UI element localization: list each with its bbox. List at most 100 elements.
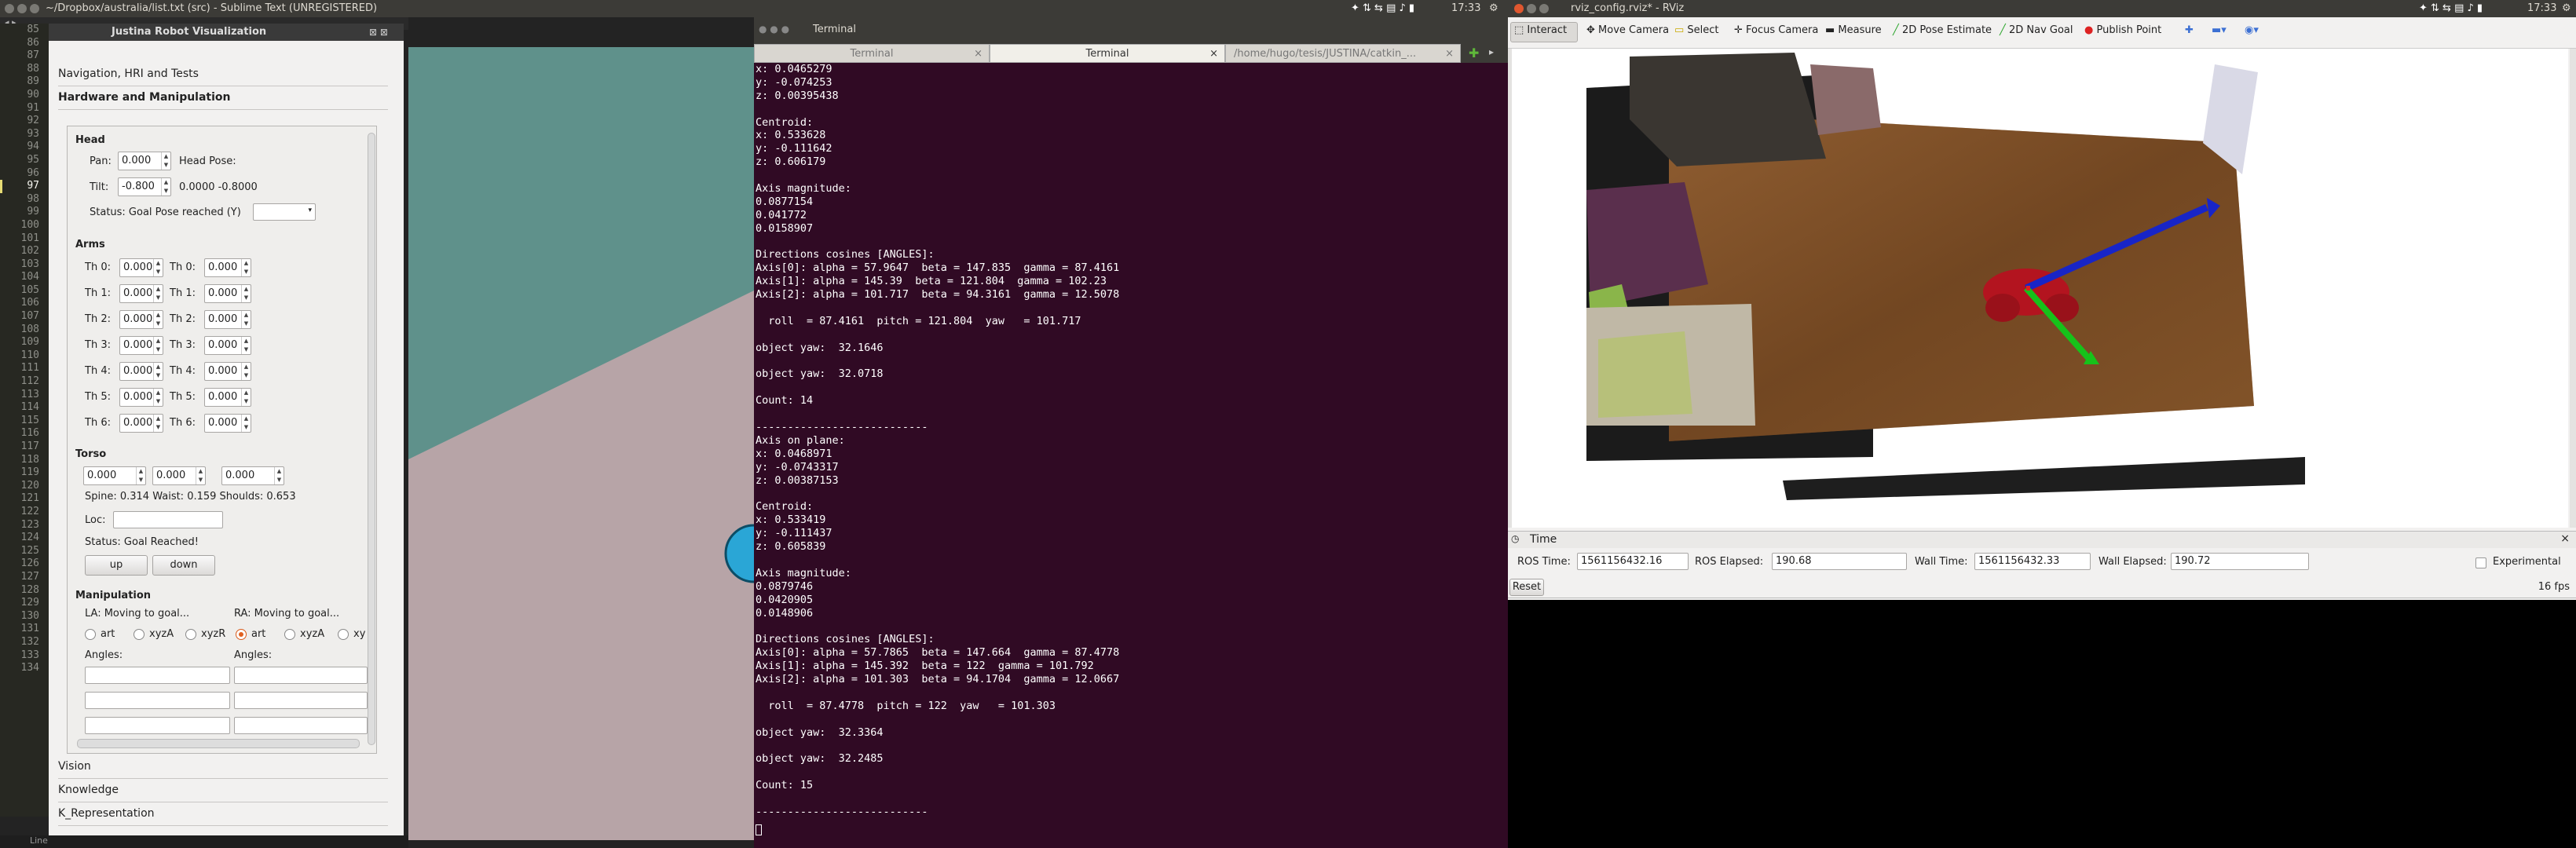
la-radio-xyzr[interactable] [185,629,196,640]
tray-icons: ✦ ⇅ ⇆ ▤ ♪ ▮ [1351,2,1415,14]
gear-icon[interactable]: ⚙ [1489,2,1498,14]
up-button[interactable]: up [85,555,148,576]
torso-spinbox-2[interactable]: 0.000 ▲ ▼ [152,466,206,485]
gear-icon-right[interactable]: ⚙ [2562,2,2571,14]
ra-radio-xyza[interactable] [284,629,295,640]
terminal-window-controls[interactable]: ● ● ● [759,24,789,35]
rviz-minimize-icon[interactable] [1527,4,1536,13]
right-arm-joint-spinbox[interactable]: 0.000 ▲ ▼ [204,336,251,355]
left-arm-joint-spinbox[interactable]: 0.000 ▲ ▼ [119,362,163,381]
justina-window-controls[interactable]: ⊠ ⊠ [369,27,388,38]
rviz-close-icon[interactable] [1514,4,1524,13]
right-arm-joint-spinbox[interactable]: 0.000 ▲ ▼ [204,362,251,381]
right-arm-joint-spinbox[interactable]: 0.000 ▲ ▼ [204,310,251,329]
terminal-tab-1[interactable]: Terminal × [754,44,990,63]
ros-elapsed-field[interactable]: 190.68 [1772,553,1907,570]
right-arm-joint-spinbox[interactable]: 0.000 ▲ ▼ [204,388,251,407]
loc-input[interactable] [113,511,223,528]
gutter-line-number: 94 [27,141,39,153]
tool-measure[interactable]: ▬ Measure [1825,24,1882,36]
rviz-maximize-icon[interactable] [1539,4,1549,13]
terminal-tab-1-label: Terminal [850,48,894,60]
ra-radio-xy[interactable] [338,629,349,640]
tool-focus-camera-label: Focus Camera [1746,24,1819,36]
tool-2d-pose-estimate[interactable]: ╱ 2D Pose Estimate [1893,24,1992,36]
close-icon[interactable]: × [974,45,982,64]
terminal-line: x: 0.533419 [756,514,826,527]
section-vision[interactable]: Vision [58,755,388,779]
tool-move-camera[interactable]: ✥ Move Camera [1586,24,1669,36]
terminal-output[interactable]: x: 0.0465279 y: -0.074253 z: 0.00395438 Cen… [756,63,1502,840]
ra-angles-input-2[interactable] [234,692,368,709]
experimental-checkbox[interactable] [2475,557,2486,568]
right-arm-joint-spinbox[interactable]: 0.000 ▲ ▼ [204,414,251,433]
sublime-window-title: ~/Dropbox/australia/list.txt (src) - Sub… [46,2,378,14]
right-arm-joint-spinbox[interactable]: 0.000 ▲ ▼ [204,258,251,277]
la-radio-xyza[interactable] [134,629,145,640]
wall-elapsed-field[interactable]: 190.72 [2171,553,2309,570]
terminal-tab-3[interactable]: /home/hugo/tesis/JUSTINA/catkin_... × [1225,44,1461,63]
ra-opt-art: art [251,628,266,640]
ra-radio-art[interactable] [236,629,247,640]
la-angles-input-1[interactable] [85,667,230,684]
right-arm-joint-spinbox[interactable]: 0.000 ▲ ▼ [204,284,251,303]
tool-select[interactable]: ▭ Select [1674,24,1719,36]
tab-menu-icon[interactable]: ▸ [1489,46,1494,57]
pan-label: Pan: [90,155,112,167]
torso-spinbox-3[interactable]: 0.000 ▲ ▼ [221,466,284,485]
terminal-line: 0.0877154 [756,195,814,208]
ros-time-field[interactable]: 1561156432.16 [1577,553,1689,570]
close-icon[interactable]: × [1445,45,1454,64]
tilt-spinbox[interactable]: -0.800 ▲ ▼ [118,177,171,196]
gutter-line-number: 95 [27,153,39,166]
down-button[interactable]: down [152,555,215,576]
pan-spinbox[interactable]: 0.000 ▲ ▼ [118,152,171,170]
left-arm-joint-spinbox[interactable]: 0.000 ▲ ▼ [119,414,163,433]
ra-opt-xy: xy [353,628,366,640]
left-arm-joint-spinbox[interactable]: 0.000 ▲ ▼ [119,336,163,355]
right-dock-handle[interactable] [2570,49,2576,528]
close-icon[interactable]: × [1209,45,1218,64]
tool-focus-camera[interactable]: ✛ Focus Camera [1734,24,1818,36]
tool-2d-nav-goal[interactable]: ╱ 2D Nav Goal [2000,24,2073,36]
left-arm-joint-spinbox[interactable]: 0.000 ▲ ▼ [119,310,163,329]
left-arm-joint-spinbox[interactable]: 0.000 ▲ ▼ [119,284,163,303]
tool-interact[interactable]: ⬚ Interact [1514,24,1567,36]
horizontal-scrollbar[interactable] [77,739,360,748]
head-status-combo[interactable]: ▾ [253,203,316,221]
la-angles-input-2[interactable] [85,692,230,709]
minimize-window-icon[interactable] [17,4,27,13]
section-knowledge[interactable]: Knowledge [58,779,388,802]
add-tool-icon[interactable]: ✚ [2185,24,2194,36]
reset-button[interactable]: Reset [1509,579,1544,596]
left-arm-joint-spinbox[interactable]: 0.000 ▲ ▼ [119,388,163,407]
maximize-window-icon[interactable] [30,4,39,13]
robot-3d-view[interactable] [408,47,754,840]
ra-angles-input-1[interactable] [234,667,368,684]
right-arm-joint-label: Th 1: [170,287,196,299]
remove-tool-icon[interactable]: ▬▾ [2212,24,2227,36]
vertical-scrollbar[interactable] [368,133,375,745]
rviz-3d-view[interactable] [1512,49,2568,528]
new-tab-icon[interactable]: ✚ [1469,46,1479,60]
terminal-line: object yaw: 32.0718 [756,367,884,381]
close-icon[interactable]: × [2560,532,2570,545]
section-hardware[interactable]: Hardware and Manipulation [58,86,388,110]
left-arm-joint-spinbox[interactable]: 0.000 ▲ ▼ [119,258,163,277]
close-window-icon[interactable] [5,4,14,13]
la-angles-input-3[interactable] [85,717,230,734]
torso-spinbox-1[interactable]: 0.000 ▲ ▼ [83,466,146,485]
terminal-line: 0.0158907 [756,221,814,235]
wall-time-field[interactable]: 1561156432.33 [1974,553,2091,570]
section-navigation[interactable]: Navigation, HRI and Tests [58,63,388,86]
la-radio-art[interactable] [85,629,96,640]
tool-publish-point[interactable]: ● Publish Point [2084,24,2161,36]
terminal-tab-2[interactable]: Terminal × [990,44,1225,63]
section-k-representation[interactable]: K_Representation [58,802,388,826]
view-settings-icon[interactable]: ◉▾ [2245,24,2259,36]
ra-angles-input-3[interactable] [234,717,368,734]
manipulation-label: Manipulation [75,590,152,601]
